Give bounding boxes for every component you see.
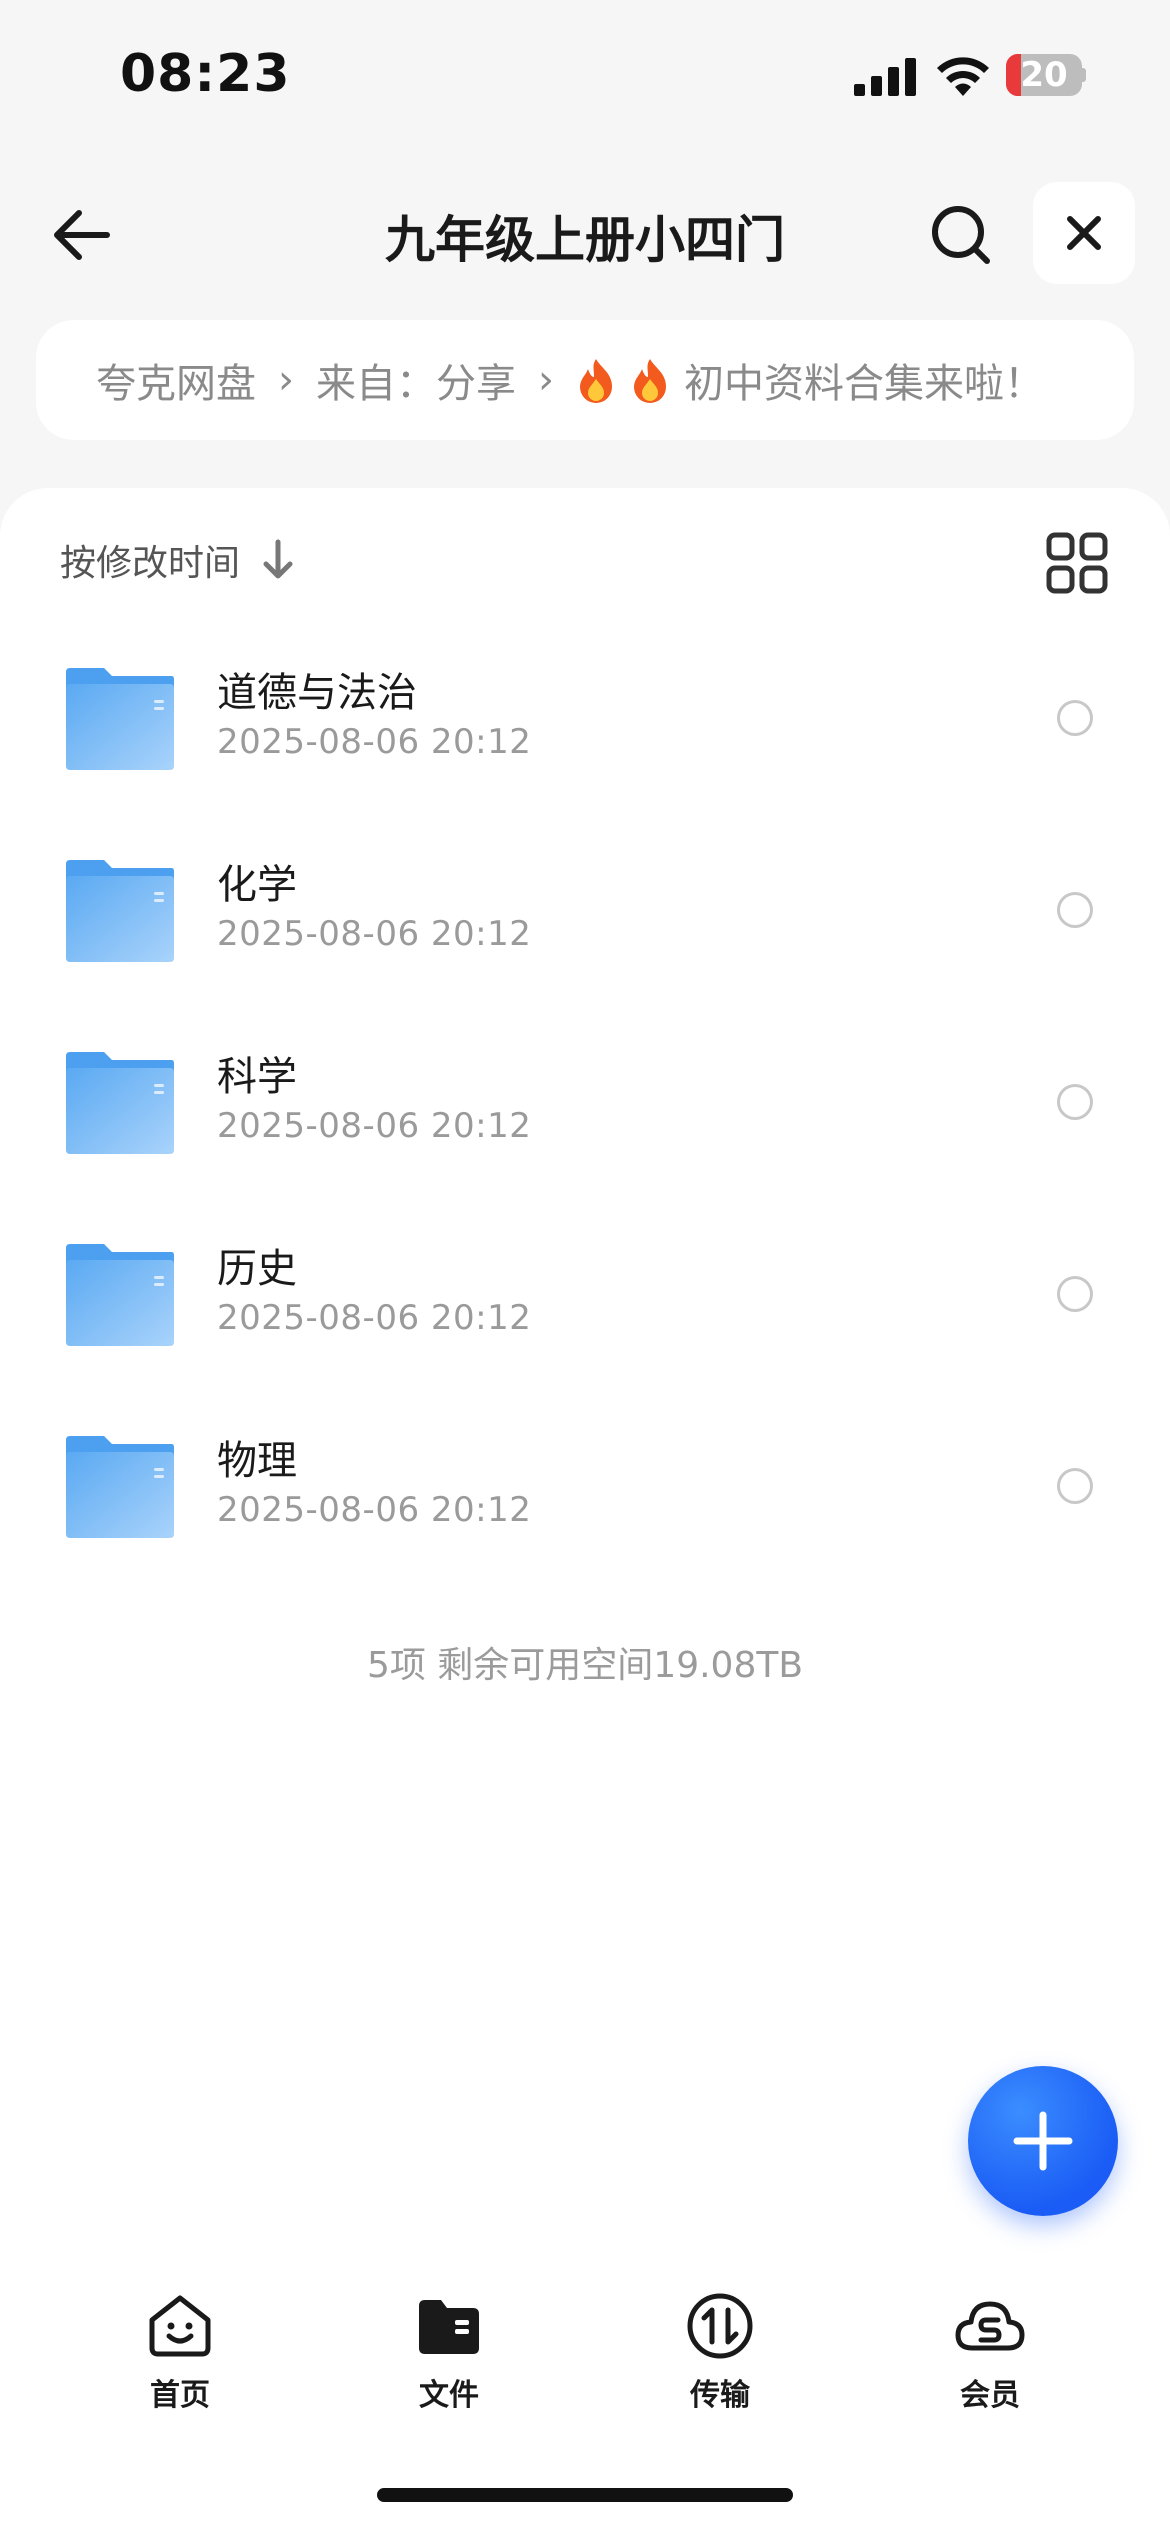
- folder-icon: [66, 668, 174, 770]
- folder-icon: [66, 860, 174, 962]
- file-list-panel: 按修改时间 道德与法治 2025-08-06 20:12 化学 2025-08-06 …: [0, 488, 1170, 2532]
- breadcrumb-item-quark-drive[interactable]: 夸克网盘: [96, 351, 256, 409]
- file-date: 2025-08-06 20:12: [217, 1490, 532, 1530]
- status-time: 08:23: [120, 44, 291, 104]
- file-row[interactable]: 物理 2025-08-06 20:12: [0, 1394, 1170, 1586]
- file-name: 历史: [217, 1246, 297, 1292]
- file-name: 化学: [217, 862, 297, 908]
- add-button[interactable]: [968, 2066, 1118, 2216]
- arrow-down-icon: [263, 539, 293, 579]
- select-checkbox[interactable]: [1057, 700, 1093, 736]
- screen: 08:23 20 九年级上册小四门 夸克网盘 › 来自：分享 › 初中资料合集来…: [0, 0, 1170, 2532]
- grid-view-icon[interactable]: [1046, 532, 1108, 594]
- tab-transfer[interactable]: 传输: [640, 2290, 800, 2420]
- tab-files-label: 文件: [419, 2378, 479, 2413]
- file-row[interactable]: 道德与法治 2025-08-06 20:12: [0, 626, 1170, 818]
- breadcrumb-separator: ›: [278, 357, 294, 403]
- cloud-member-icon: [955, 2301, 1025, 2351]
- file-name: 物理: [217, 1438, 297, 1484]
- signal-icon: [854, 58, 916, 96]
- select-checkbox[interactable]: [1057, 1468, 1093, 1504]
- battery-tip: [1082, 68, 1086, 82]
- tab-home-label: 首页: [150, 2378, 210, 2413]
- search-button[interactable]: [918, 192, 1004, 278]
- plus-icon: [1013, 2111, 1073, 2171]
- file-date: 2025-08-06 20:12: [217, 914, 532, 954]
- home-smile-icon: [149, 2295, 211, 2357]
- file-row[interactable]: 化学 2025-08-06 20:12: [0, 818, 1170, 1010]
- fire-icon: [634, 359, 666, 403]
- tab-member[interactable]: 会员: [910, 2290, 1070, 2420]
- file-row[interactable]: 科学 2025-08-06 20:12: [0, 1010, 1170, 1202]
- battery-body: 20: [1006, 54, 1082, 96]
- wifi-icon: [937, 57, 989, 96]
- page-title: 九年级上册小四门: [385, 211, 785, 269]
- battery-icon: 20: [1006, 54, 1086, 96]
- back-button[interactable]: [38, 192, 124, 278]
- sort-button[interactable]: 按修改时间: [60, 534, 298, 586]
- fire-icon: [580, 359, 612, 403]
- home-indicator: [377, 2488, 793, 2502]
- select-checkbox[interactable]: [1057, 892, 1093, 928]
- breadcrumb-separator: ›: [538, 357, 554, 403]
- file-name: 科学: [217, 1054, 297, 1100]
- header: 九年级上册小四门: [0, 170, 1170, 290]
- breadcrumb: 夸克网盘 › 来自：分享 › 初中资料合集来啦！: [36, 320, 1134, 440]
- file-date: 2025-08-06 20:12: [217, 1298, 532, 1338]
- folder-icon: [66, 1052, 174, 1154]
- tab-files[interactable]: 文件: [369, 2290, 529, 2420]
- breadcrumb-fade: [1054, 320, 1134, 440]
- sort-label: 按修改时间: [60, 543, 241, 584]
- tab-transfer-label: 传输: [690, 2378, 750, 2413]
- tab-member-label: 会员: [960, 2378, 1020, 2413]
- select-checkbox[interactable]: [1057, 1084, 1093, 1120]
- battery-level: 20: [1020, 55, 1068, 95]
- file-name: 道德与法治: [217, 670, 417, 716]
- select-checkbox[interactable]: [1057, 1276, 1093, 1312]
- status-bar: 08:23 20: [0, 0, 1170, 150]
- tab-bar: 首页 文件 传输 会员: [0, 2280, 1170, 2430]
- transfer-icon: [687, 2293, 753, 2359]
- search-icon: [932, 206, 990, 264]
- close-icon: [1067, 216, 1101, 250]
- folder-icon: [66, 1436, 174, 1538]
- tab-home[interactable]: 首页: [100, 2290, 260, 2420]
- folder-icon: [419, 2300, 479, 2354]
- breadcrumb-item-current[interactable]: 初中资料合集来啦！: [684, 351, 1044, 409]
- folder-icon: [66, 1244, 174, 1346]
- file-date: 2025-08-06 20:12: [217, 1106, 532, 1146]
- close-button[interactable]: [1033, 182, 1135, 284]
- arrow-left-icon: [54, 210, 110, 260]
- storage-info: 5项 剩余可用空间19.08TB: [366, 1645, 804, 1686]
- file-date: 2025-08-06 20:12: [217, 722, 532, 762]
- file-row[interactable]: 历史 2025-08-06 20:12: [0, 1202, 1170, 1394]
- breadcrumb-item-from-share[interactable]: 来自：分享: [316, 351, 516, 409]
